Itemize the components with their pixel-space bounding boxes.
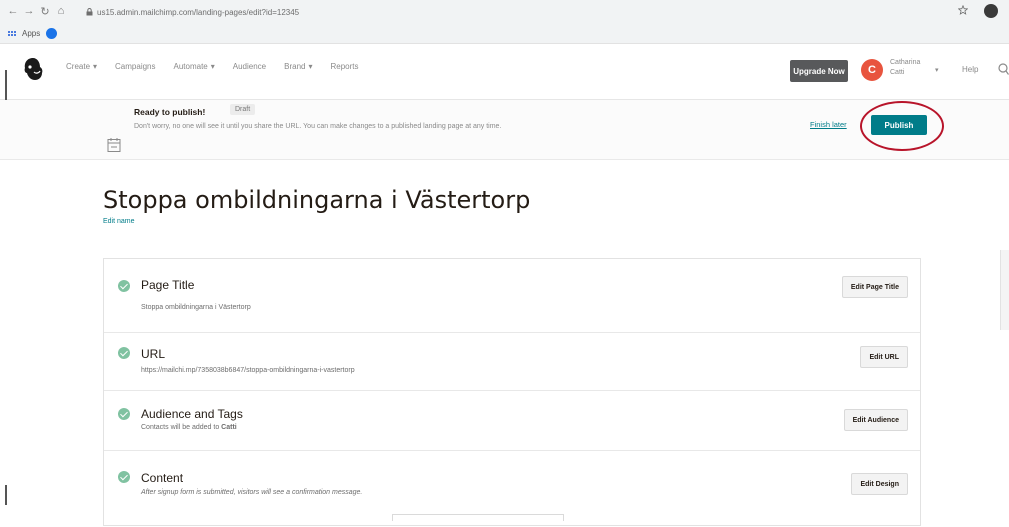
nav-campaigns[interactable]: Campaigns — [115, 62, 155, 71]
calendar-icon — [107, 138, 121, 152]
main-nav: Create ▾ Campaigns Automate ▾ Audience Bra… — [66, 62, 359, 71]
bookmarks-bar: Apps — [0, 24, 1009, 44]
user-name-line1: Catharina — [890, 59, 921, 66]
nav-reports[interactable]: Reports — [331, 62, 359, 71]
chevron-down-icon[interactable]: ▾ — [935, 66, 939, 74]
section-url: URL https://mailchi.mp/7358038b6847/stop… — [104, 333, 920, 391]
check-circle-icon — [118, 347, 130, 359]
section-title: Content — [141, 471, 184, 485]
publish-status-title: Ready to publish! — [134, 107, 206, 117]
nav-automate[interactable]: Automate ▾ — [174, 62, 215, 71]
edit-name-link[interactable]: Edit name — [103, 218, 135, 225]
section-description: Contacts will be added to Catti — [141, 424, 237, 431]
browser-toolbar: ← → ↻ ⌂ us15.admin.mailchimp.com/landing… — [0, 0, 1009, 24]
apps-grid-icon[interactable] — [8, 31, 16, 36]
section-description: https://mailchi.mp/7358038b6847/stoppa-o… — [141, 367, 355, 374]
section-description: After signup form is submitted, visitors… — [141, 489, 363, 496]
edit-url-button[interactable]: Edit URL — [860, 346, 908, 368]
address-bar[interactable]: us15.admin.mailchimp.com/landing-pages/e… — [86, 4, 926, 20]
nav-label: Reports — [330, 62, 359, 71]
check-circle-icon — [118, 280, 130, 292]
landing-page-checklist: Page Title Stoppa ombildningarna i Väste… — [103, 258, 921, 526]
app-header — [0, 44, 1009, 100]
avatar[interactable]: C — [861, 59, 883, 81]
section-page-title: Page Title Stoppa ombildningarna i Väste… — [104, 259, 920, 333]
profile-icon[interactable] — [984, 4, 998, 18]
check-circle-icon — [118, 471, 130, 483]
nav-label: Brand — [284, 62, 306, 71]
page-title: Stoppa ombildningarna i Västertorp — [103, 186, 531, 214]
reload-icon[interactable]: ↻ — [38, 5, 52, 18]
bookmark-favicon-icon[interactable] — [46, 28, 58, 39]
back-arrow-icon[interactable]: ← — [6, 5, 20, 17]
nav-label: Create — [66, 62, 91, 71]
section-title: Page Title — [141, 278, 195, 292]
edit-design-button[interactable]: Edit Design — [851, 473, 908, 495]
nav-label: Automate — [173, 62, 208, 71]
forward-arrow-icon[interactable]: → — [22, 5, 36, 17]
publish-status-description: Don't worry, no one will see it until yo… — [134, 123, 502, 130]
nav-label: Audience — [232, 62, 267, 71]
home-icon[interactable]: ⌂ — [54, 5, 68, 17]
upgrade-now-button[interactable]: Upgrade Now — [790, 60, 848, 82]
check-circle-icon — [118, 408, 130, 420]
account-menu[interactable]: Catharina Catti — [890, 58, 930, 78]
search-icon[interactable] — [997, 62, 1009, 76]
finish-later-link[interactable]: Finish later — [810, 120, 847, 129]
chevron-down-icon: ▾ — [308, 62, 313, 71]
apps-bookmark[interactable]: Apps — [22, 29, 40, 38]
mailchimp-logo-icon[interactable] — [22, 56, 44, 82]
section-description: Stoppa ombildningarna i Västertorp — [141, 304, 251, 311]
content-preview-frame — [392, 514, 564, 521]
star-icon[interactable] — [958, 5, 968, 15]
audience-name: Catti — [221, 424, 237, 431]
help-link[interactable]: Help — [962, 65, 978, 74]
edit-audience-button[interactable]: Edit Audience — [843, 409, 908, 431]
nav-audience[interactable]: Audience — [233, 62, 266, 71]
nav-brand[interactable]: Brand ▾ — [284, 62, 312, 71]
chevron-down-icon: ▾ — [210, 62, 215, 71]
chevron-down-icon: ▾ — [93, 62, 98, 71]
section-title: Audience and Tags — [141, 407, 243, 421]
edit-page-title-button[interactable]: Edit Page Title — [841, 276, 908, 298]
user-name-line2: Catti — [890, 69, 905, 76]
section-audience-and-tags: Audience and Tags Contacts will be added… — [104, 391, 920, 451]
nav-create[interactable]: Create ▾ — [66, 62, 97, 71]
feedback-tab[interactable] — [1000, 250, 1009, 330]
url-text: us15.admin.mailchimp.com/landing-pages/e… — [97, 7, 300, 17]
window-edge — [5, 70, 7, 100]
annotation-circle — [860, 101, 944, 151]
section-title: URL — [141, 347, 166, 361]
nav-label: Campaigns — [115, 62, 156, 71]
status-badge: Draft — [230, 104, 256, 115]
window-edge — [5, 485, 7, 505]
lock-icon — [86, 8, 93, 16]
description-prefix: Contacts will be added to — [141, 424, 222, 431]
